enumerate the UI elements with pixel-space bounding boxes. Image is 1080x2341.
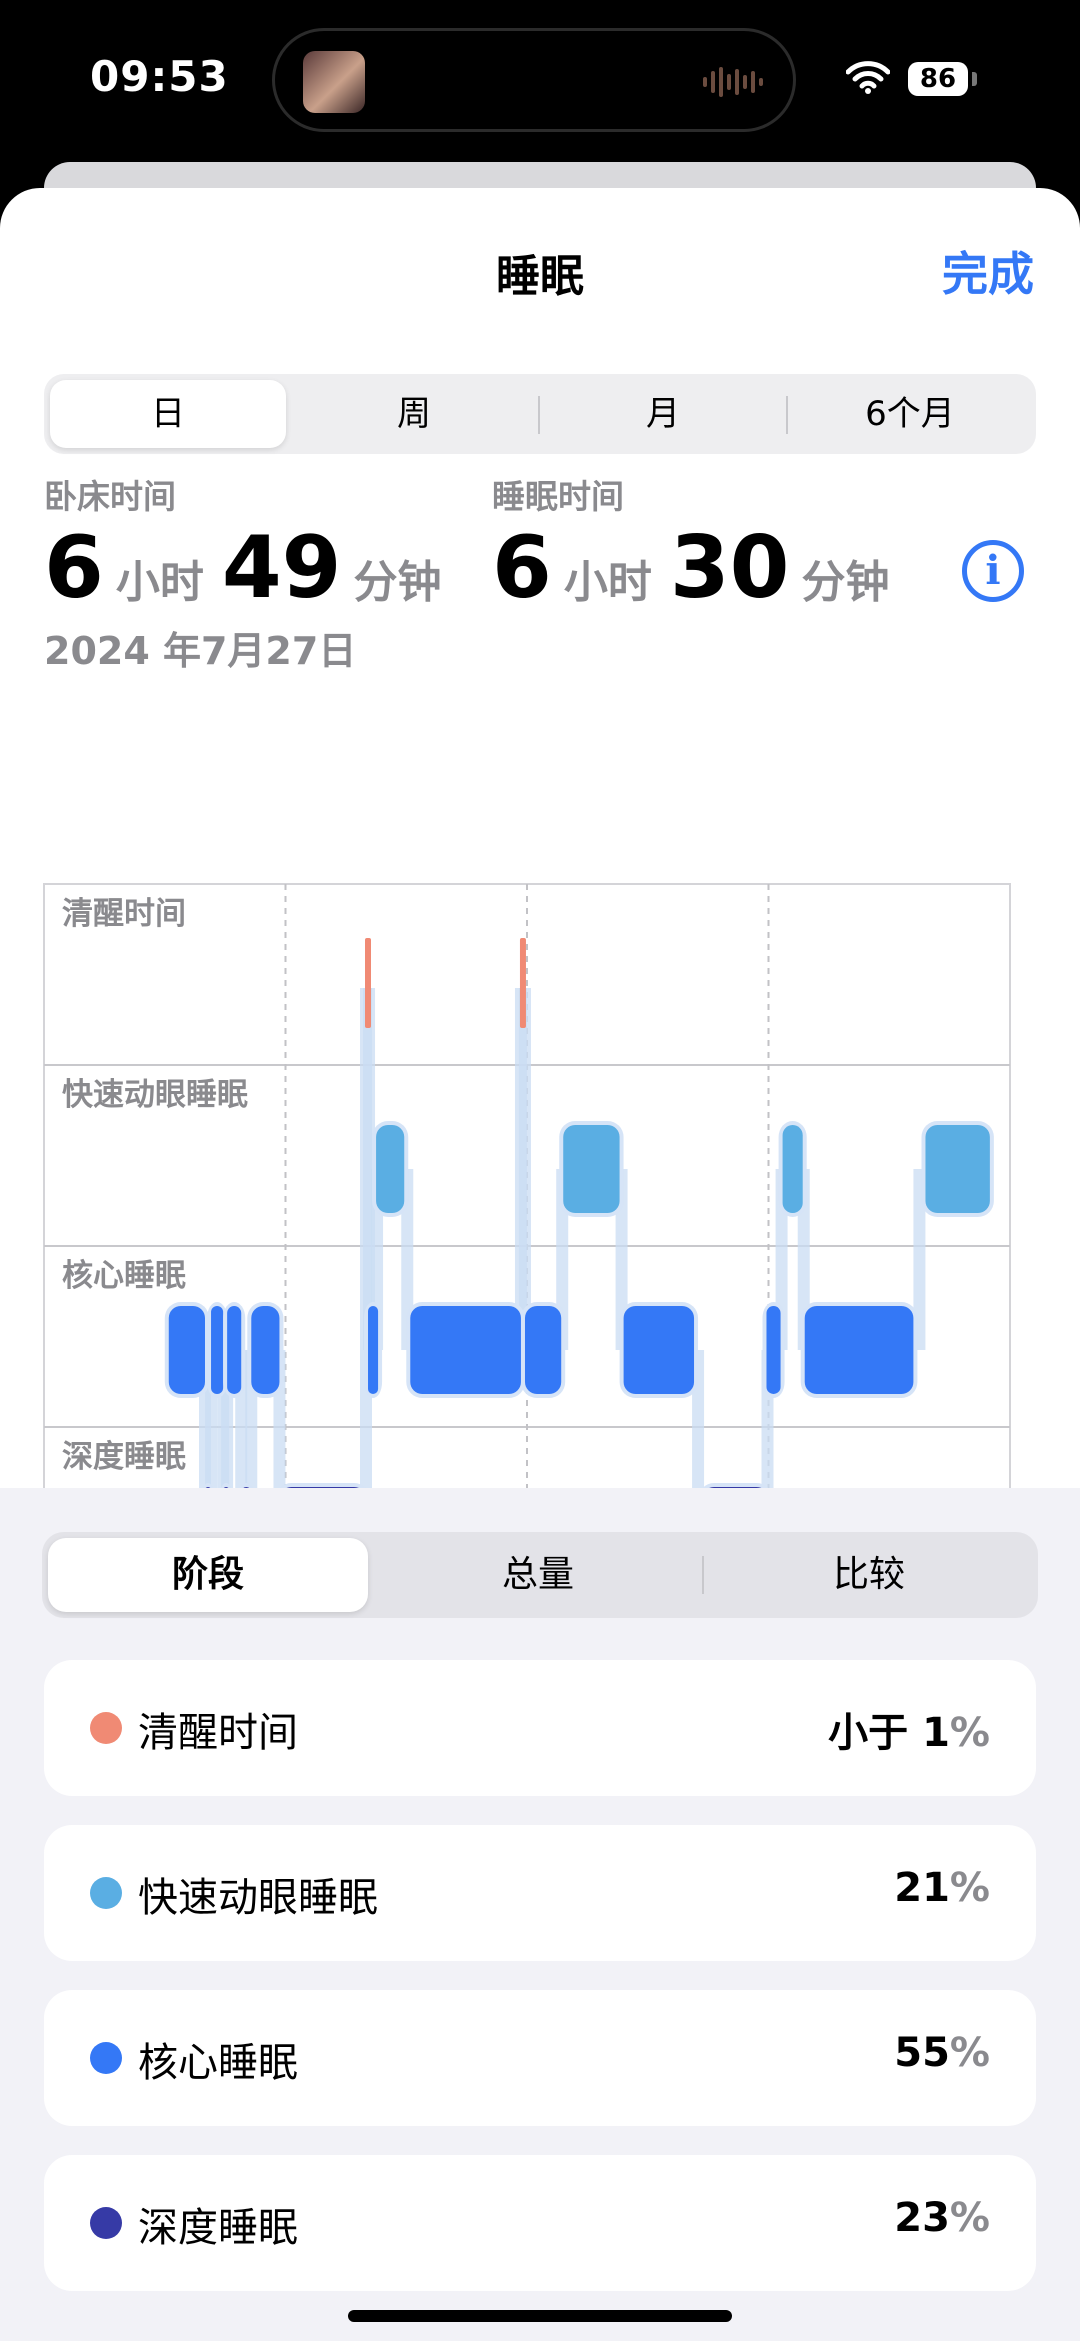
core-segment — [410, 1306, 521, 1394]
segment-divider — [702, 1556, 704, 1594]
in-bed-label: 卧床时间 — [44, 477, 176, 516]
tab-comparison[interactable]: 比较 — [706, 1538, 1032, 1612]
stage-label: 清醒时间 — [138, 1710, 298, 1756]
stage-row-awake[interactable]: 清醒时间 小于 1% — [44, 1660, 1036, 1796]
rem-segment — [563, 1125, 620, 1213]
stage-row-deep[interactable]: 深度睡眠 23% — [44, 2155, 1036, 2291]
percent-value: 1 — [922, 1710, 950, 1756]
segment-divider — [786, 396, 788, 434]
done-button[interactable]: 完成 — [942, 238, 1034, 304]
tab-week[interactable]: 周 — [292, 380, 536, 448]
deep-color-dot — [90, 2207, 122, 2239]
asleep-label: 睡眠时间 — [492, 477, 624, 516]
rem-segment — [925, 1125, 990, 1213]
stage-label: 深度睡眠 — [138, 2205, 298, 2251]
rem-color-dot — [90, 1877, 122, 1909]
core-segment — [251, 1306, 280, 1394]
core-segment — [368, 1306, 379, 1394]
percent-unit: % — [949, 1865, 990, 1911]
awake-segment — [519, 938, 526, 1028]
core-segment — [623, 1306, 695, 1394]
wifi-icon — [846, 61, 890, 94]
tab-amounts[interactable]: 总量 — [376, 1538, 700, 1612]
tab-month[interactable]: 月 — [542, 380, 784, 448]
status-time: 09:53 — [90, 52, 229, 101]
info-icon[interactable]: i — [962, 540, 1024, 602]
awake-segment — [365, 938, 371, 1028]
percent-prefix: 小于 — [828, 1710, 923, 1756]
in-bed-hours-unit: 小时 — [115, 557, 204, 608]
tab-stages[interactable]: 阶段 — [48, 1538, 368, 1612]
stage-row-rem[interactable]: 快速动眼睡眠 21% — [44, 1825, 1036, 1961]
asleep-minutes-unit: 分钟 — [801, 557, 890, 608]
status-bar: 09:53 86 — [0, 0, 1080, 160]
percent-value: 55 — [894, 2030, 950, 2076]
battery-tip — [972, 72, 977, 86]
rem-segment — [782, 1125, 803, 1213]
stage-percent: 55% — [894, 2030, 990, 2076]
stage-row-label: 深度睡眠 — [62, 1439, 186, 1475]
stage-percent: 21% — [894, 1865, 990, 1911]
range-segmented-control: 日 周 月 6个月 — [44, 374, 1036, 454]
stage-row-label: 清醒时间 — [62, 896, 186, 932]
dynamic-island[interactable] — [272, 28, 796, 132]
in-bed-hours: 6 — [44, 518, 104, 618]
core-segment — [524, 1306, 562, 1394]
rem-segment — [376, 1125, 405, 1213]
home-indicator[interactable] — [348, 2310, 732, 2322]
stage-transition — [518, 988, 531, 1350]
tab-6-months[interactable]: 6个月 — [790, 380, 1030, 448]
asleep-minutes: 30 — [669, 518, 790, 618]
view-segmented-control: 阶段 总量 比较 — [42, 1532, 1038, 1618]
tab-day[interactable]: 日 — [50, 380, 286, 448]
in-bed-duration: 6 小时 49 分钟 — [44, 518, 460, 618]
asleep-hours: 6 — [492, 518, 552, 618]
core-segment — [211, 1306, 224, 1394]
stage-row-core[interactable]: 核心睡眠 55% — [44, 1990, 1036, 2126]
now-playing-artwork[interactable] — [303, 51, 365, 113]
core-segment — [766, 1306, 781, 1394]
in-bed-minutes-unit: 分钟 — [353, 557, 442, 608]
asleep-hours-unit: 小时 — [563, 557, 652, 608]
asleep-duration: 6 小时 30 分钟 — [492, 518, 908, 618]
stage-percent: 小于 1% — [828, 1700, 990, 1758]
stage-row-label: 快速动眼睡眠 — [62, 1077, 248, 1113]
percent-unit: % — [949, 2030, 990, 2076]
percent-unit: % — [949, 2195, 990, 2241]
stage-label: 核心睡眠 — [138, 2040, 298, 2086]
in-bed-minutes: 49 — [221, 518, 342, 618]
audio-waveform-icon — [703, 67, 763, 97]
stage-summary-section: 阶段 总量 比较 清醒时间 小于 1% 快速动眼睡眠 21% 核心睡眠 55% … — [0, 1488, 1080, 2341]
core-segment — [168, 1306, 205, 1394]
date-label: 2024 年7月27日 — [44, 629, 357, 673]
core-segment — [804, 1306, 914, 1394]
battery-icon: 86 — [908, 62, 968, 96]
percent-unit: % — [949, 1710, 990, 1756]
stage-row-label: 核心睡眠 — [62, 1258, 186, 1294]
core-segment — [227, 1306, 242, 1394]
percent-value: 23 — [894, 2195, 950, 2241]
stage-label: 快速动眼睡眠 — [138, 1875, 378, 1921]
stage-percent: 23% — [894, 2195, 990, 2241]
core-color-dot — [90, 2042, 122, 2074]
page-title: 睡眠 — [496, 251, 584, 302]
awake-color-dot — [90, 1712, 122, 1744]
percent-value: 21 — [894, 1865, 950, 1911]
segment-divider — [538, 396, 540, 434]
